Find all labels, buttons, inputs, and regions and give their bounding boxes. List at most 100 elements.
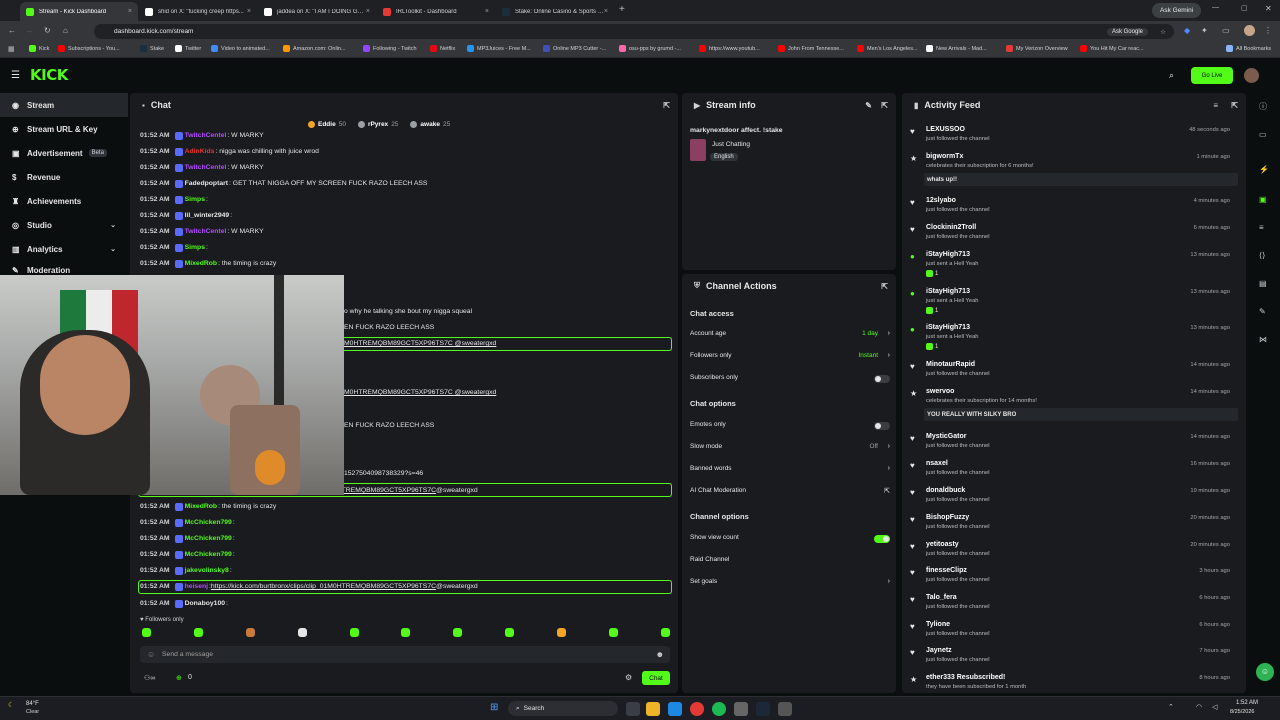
followers-only-row[interactable]: Followers only Instant › <box>690 352 892 362</box>
activity-item[interactable]: ● iStayHigh713 just sent a Hell Yeah 13 min… <box>910 251 1242 277</box>
hamburger-menu-icon[interactable]: ☰ <box>11 70 20 81</box>
popout-icon[interactable]: ⇱ <box>663 101 670 110</box>
bookmark-item[interactable]: Netflix <box>430 45 455 52</box>
back-icon[interactable]: ← <box>8 26 16 35</box>
bookmark-item[interactable]: My Verizon Overview <box>1006 45 1068 52</box>
set-goals-row[interactable]: Set goals › <box>690 578 892 588</box>
extension-icon[interactable]: ◆ <box>1184 26 1190 35</box>
bookmark-item[interactable]: Amazon.com: Onlin... <box>283 45 346 52</box>
volume-icon[interactable]: ◁ <box>1212 703 1217 711</box>
message-username[interactable]: McChicken799 <box>185 519 232 526</box>
ai-chat-moderation-row[interactable]: AI Chat Moderation ⇱ <box>690 487 892 497</box>
browser-tab[interactable]: IRLToolkit - Dashboard × <box>377 2 495 21</box>
kick-logo[interactable]: KICK <box>30 66 68 84</box>
wrench-icon[interactable]: ✎ <box>1259 307 1266 316</box>
message-username[interactable]: lil_winter2949 <box>185 212 230 219</box>
file-explorer-icon[interactable] <box>646 702 660 716</box>
emotes-only-toggle[interactable] <box>874 422 890 430</box>
bolt-icon[interactable]: ⚡ <box>1259 165 1269 174</box>
bookmark-item[interactable]: Men's Los Angeles... <box>857 45 918 52</box>
bookmark-item[interactable]: Video to animated... <box>211 45 270 52</box>
activity-item[interactable]: ★ ether333 Resubscribed! they have been su… <box>910 674 1242 693</box>
sidebar-item-analytics[interactable]: ▥ Analytics ⌄ <box>0 237 128 261</box>
info-icon[interactable]: ⓘ <box>1259 101 1267 112</box>
settings-gear-icon[interactable]: ⚙ <box>625 673 632 682</box>
sidebar-item-studio[interactable]: ◎ Studio ⌄ <box>0 213 128 237</box>
popout-icon[interactable]: ⇱ <box>881 101 888 110</box>
activity-item[interactable]: ● iStayHigh713 just sent a Hell Yeah 13 min… <box>910 324 1242 350</box>
bookmark-item[interactable]: osu-pps by grumd -... <box>619 45 681 52</box>
activity-item[interactable]: ♥ MinotaurRapid just followed the channel 1… <box>910 361 1242 383</box>
close-tab-icon[interactable]: × <box>366 8 370 15</box>
spotify-icon[interactable] <box>712 702 726 716</box>
app-icon[interactable] <box>778 702 792 716</box>
chevron-down-icon[interactable]: ⌄ <box>110 245 116 253</box>
chat-message[interactable]: 01:52 AM Donaboy100: <box>140 598 228 609</box>
sidebar-item-advertisement[interactable]: ▣ Advertisement Beta <box>0 141 128 165</box>
sidebar-item-achievements[interactable]: ♜ Achievements <box>0 189 128 213</box>
chat-message[interactable]: 01:52 AM AdinKids: nigga was chilling wit… <box>140 146 319 157</box>
emote-icon[interactable] <box>193 628 203 637</box>
url-field[interactable]: dashboard.kick.com/stream Ask Google ☆ <box>94 24 1174 39</box>
subscribers-only-toggle[interactable] <box>874 375 890 383</box>
slow-mode-row[interactable]: Slow mode Off › <box>690 443 892 453</box>
steam-icon[interactable] <box>756 702 770 716</box>
sidepanel-icon[interactable]: ▭ <box>1222 26 1230 35</box>
task-view-icon[interactable] <box>626 702 640 716</box>
chat-message[interactable]: 01:52 AM MixedRob: the timing is crazy <box>140 501 276 512</box>
chat-message[interactable]: 01:52 AM lil_winter2949: <box>140 210 232 221</box>
banned-words-row[interactable]: Banned words › <box>690 465 892 475</box>
chat-message[interactable]: 01:52 AM Simps: <box>140 242 208 253</box>
message-username[interactable]: jakevolinsky8 <box>185 567 229 574</box>
message-username[interactable]: Simps <box>185 244 205 251</box>
bookmark-item[interactable]: Kick <box>29 45 49 52</box>
account-age-row[interactable]: Account age 1 day › <box>690 330 892 340</box>
sidebar-item-stream-url-key[interactable]: ⊕ Stream URL & Key <box>0 117 128 141</box>
activity-item[interactable]: ♥ finesseClipz just followed the channel 3 … <box>910 567 1242 589</box>
bookmark-item[interactable]: New Arrivals - Mad... <box>926 45 987 52</box>
message-username[interactable]: MixedRob <box>185 503 217 510</box>
obs-icon[interactable] <box>734 702 748 716</box>
message-username[interactable]: McChicken799 <box>185 551 232 558</box>
activity-item[interactable]: ♥ BishopFuzzy just followed the channel 20 … <box>910 514 1242 536</box>
chat-users-icon[interactable]: ⚇∞ <box>144 674 155 682</box>
bookmark-item[interactable]: Subscriptions - You... <box>58 45 120 52</box>
emote-icon[interactable] <box>401 628 411 637</box>
edit-pencil-icon[interactable]: ✎ <box>865 101 872 110</box>
emote-icon[interactable] <box>609 628 619 637</box>
chat-message[interactable]: 01:52 AM TwitchCentel: W MARKY <box>140 226 264 237</box>
chevron-down-icon[interactable]: ⌄ <box>110 221 116 229</box>
bookmark-item[interactable]: Stake <box>140 45 164 52</box>
emote-icon[interactable] <box>349 628 359 637</box>
emote-icon[interactable] <box>453 628 463 637</box>
all-bookmarks[interactable]: All Bookmarks <box>1226 45 1271 52</box>
show-view-count-toggle[interactable] <box>874 535 890 543</box>
close-window-icon[interactable]: ✕ <box>1265 4 1272 13</box>
new-tab-icon[interactable]: + <box>619 4 625 15</box>
message-username[interactable]: Fadedpoptart <box>185 180 228 187</box>
bookmark-item[interactable]: MP3Juices - Free M... <box>467 45 531 52</box>
bookmark-item[interactable]: You Hit My Car reac... <box>1080 45 1144 52</box>
code-icon[interactable]: ⟨⟩ <box>1259 251 1265 260</box>
help-chat-bubble-icon[interactable]: ☺ <box>1256 663 1274 681</box>
apps-grid-icon[interactable]: ▦ <box>8 45 15 53</box>
emoji-icon[interactable]: ☻ <box>656 650 664 659</box>
chat-message[interactable]: 01:52 AM Fadedpoptart: GET THAT NIGGA OFF… <box>140 178 427 189</box>
message-username[interactable]: TwitchCentel <box>185 132 227 139</box>
chat-message[interactable]: 01:52 AM McChicken799: <box>140 533 235 544</box>
emote-icon[interactable] <box>245 628 255 637</box>
message-username[interactable]: McChicken799 <box>185 535 232 542</box>
browser-tab[interactable]: Stake: Online Casino & Sports B... × <box>496 2 614 21</box>
activity-item[interactable]: ● iStayHigh713 just sent a Hell Yeah 13 min… <box>910 288 1242 314</box>
activity-item[interactable]: ♥ Tylione just followed the channel 6 hours… <box>910 621 1242 643</box>
activity-item[interactable]: ♥ nsaxel just followed the channel 16 minut… <box>910 460 1242 482</box>
chat-message[interactable]: 01:52 AM McChicken799: <box>140 549 235 560</box>
clock-date[interactable]: 8/25/2026 <box>1230 709 1254 715</box>
close-tab-icon[interactable]: × <box>604 8 608 15</box>
pinned-gifter[interactable]: awake 25 <box>410 121 450 128</box>
message-username[interactable]: AdinKids <box>185 148 215 155</box>
activity-item[interactable]: ♥ Jaynetz just followed the channel 7 hours… <box>910 647 1242 669</box>
wifi-icon[interactable]: ◠ <box>1196 703 1202 711</box>
chat-message[interactable]: 01:52 AM Simps: <box>140 194 208 205</box>
forward-icon[interactable]: → <box>25 26 33 35</box>
